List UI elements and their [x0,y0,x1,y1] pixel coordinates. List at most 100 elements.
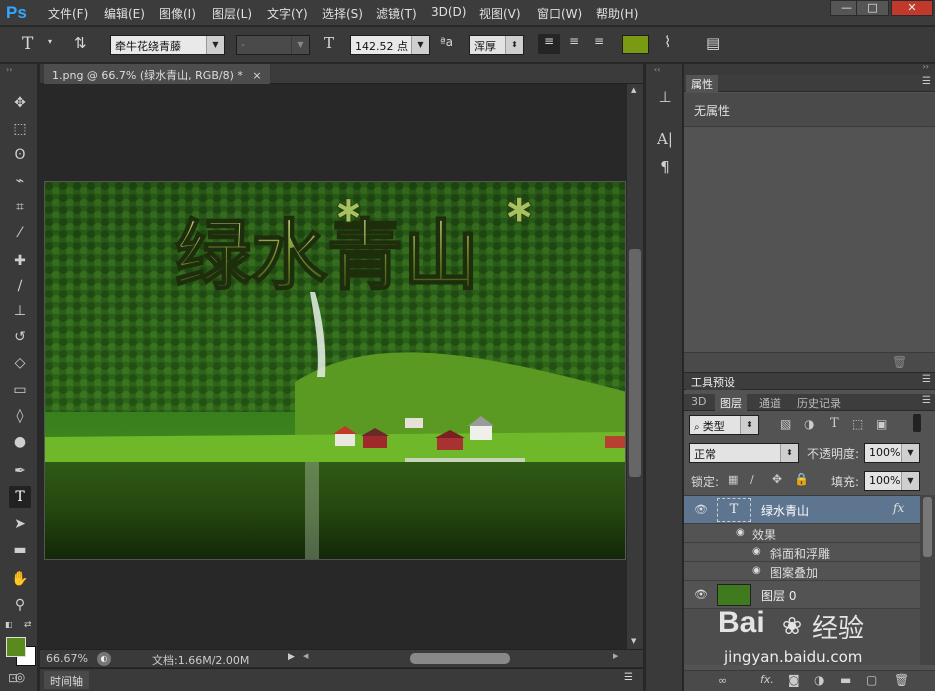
layer-filter-dropdown[interactable]: ⌕ 类型 ⬍ [689,415,759,435]
antialias-dropdown[interactable]: 浑厚 ⬍ [469,35,524,55]
filter-smart-object-icon[interactable]: ▣ [876,417,887,431]
scroll-right-icon[interactable]: ▶ [613,652,618,660]
stamp-tool-icon[interactable]: ⊥ [9,300,31,322]
lock-position-icon[interactable]: ✥ [772,472,782,486]
menu-layer[interactable]: 图层(L) [212,5,252,22]
gradient-tool-icon[interactable]: ▭ [9,379,31,401]
text-color-swatch[interactable] [622,35,649,54]
status-menu-arrow-icon[interactable]: ▶ [288,652,295,662]
document-tab[interactable]: 1.png @ 66.7% (绿水青山, RGB/8) * × [44,64,270,84]
text-tool-icon[interactable]: T [22,34,33,54]
character-panel-icon[interactable]: A| [654,128,676,150]
menu-file[interactable]: 文件(F) [48,5,88,22]
scroll-up-icon[interactable]: ▲ [631,86,636,94]
tab-layers[interactable]: 图层 [715,394,747,411]
warp-text-icon[interactable]: ⌇ [664,33,671,51]
dodge-tool-icon[interactable]: ● [9,431,31,453]
text-orientation-icon[interactable]: ⇅ [74,34,87,52]
layer-row-text[interactable]: 👁 T 绿水青山 fx [684,496,920,524]
tab-properties[interactable]: 属性 [686,75,718,92]
collapse-arrows-icon[interactable]: ›› [6,65,12,74]
effect-row-bevel[interactable]: ◉ 斜面和浮雕 [684,543,920,562]
layers-scrollbar[interactable] [920,495,935,665]
tab-tool-presets[interactable]: 工具预设 [686,373,740,390]
timeline-toggle-icon[interactable]: ⊡ [8,671,30,689]
quick-selection-tool-icon[interactable]: ⌁ [9,170,31,192]
add-mask-icon[interactable]: ◙ [788,673,800,687]
effect-eye-icon[interactable]: ◉ [752,565,761,576]
align-right-icon[interactable]: ≡ [588,34,610,54]
tab-3d[interactable]: 3D [686,394,711,411]
font-family-dropdown[interactable]: 牵牛花绕青藤 ▼ [110,35,225,55]
menu-edit[interactable]: 编辑(E) [104,5,145,22]
menu-3d[interactable]: 3D(D) [431,5,466,19]
layers-scroll-thumb[interactable] [923,497,932,557]
lock-all-icon[interactable]: 🔒 [794,472,809,486]
layer-name-image[interactable]: 图层 0 [761,587,796,604]
align-left-icon[interactable]: ≡ [538,34,560,54]
filter-type-icon[interactable]: T [830,416,839,431]
status-info-icon[interactable]: ◐ [97,652,111,666]
panel-menu-icon[interactable]: ☰ [624,672,633,683]
visibility-eye-icon[interactable]: 👁 [694,503,708,516]
document-canvas[interactable]: 绿水青山 ✱ ✱ [44,181,626,560]
lock-transparent-icon[interactable]: ▦ [728,473,738,486]
tab-history[interactable]: 历史记录 [792,394,846,411]
blur-tool-icon[interactable]: ◊ [9,405,31,427]
panel-menu-icon[interactable]: ☰ [922,395,931,406]
healing-brush-tool-icon[interactable]: ✚ [9,250,31,272]
vertical-scrollbar[interactable]: ▲ ▼ [627,84,643,649]
type-tool-icon[interactable]: T [9,486,31,508]
effects-row[interactable]: ◉ 效果 [684,524,920,543]
panel-menu-icon[interactable]: ☰ [922,76,931,87]
marquee-tool-icon[interactable]: ⬚ [9,118,31,140]
tab-channels[interactable]: 通道 [754,394,786,411]
crop-tool-icon[interactable]: ⌗ [9,196,31,218]
menu-filter[interactable]: 滤镜(T) [376,5,417,22]
menu-select[interactable]: 选择(S) [322,5,363,22]
scroll-left-icon[interactable]: ◀ [303,652,308,660]
eraser-tool-icon[interactable]: ◇ [9,352,31,374]
zoom-level[interactable]: 66.67% [46,652,88,665]
lock-pixels-icon[interactable]: ∕ [750,473,754,486]
eyedropper-tool-icon[interactable]: ⁄ [9,222,31,244]
layer-name-text[interactable]: 绿水青山 [761,502,809,519]
effect-eye-icon[interactable]: ◉ [752,546,761,557]
blend-mode-dropdown[interactable]: 正常 ⬍ [689,443,799,463]
new-group-icon[interactable]: ▬ [840,673,851,687]
path-selection-tool-icon[interactable]: ➤ [9,513,31,535]
horizontal-scroll-thumb[interactable] [410,653,510,664]
new-layer-icon[interactable]: ▢ [866,673,877,687]
scroll-down-icon[interactable]: ▼ [631,637,636,645]
link-layers-icon[interactable]: ∞ [718,674,727,687]
menu-image[interactable]: 图像(I) [159,5,196,22]
align-center-icon[interactable]: ≡ [563,34,585,54]
paragraph-panel-icon[interactable]: ¶ [654,156,676,178]
layer-effects-fx-icon[interactable]: fx [893,501,904,515]
menu-help[interactable]: 帮助(H) [596,5,638,22]
tool-preset-dropdown-icon[interactable]: ▾ [48,37,52,46]
default-colors-icon[interactable]: ◧ [5,620,13,629]
fill-input[interactable]: 100% ▼ [864,471,920,491]
foreground-color-swatch[interactable] [6,637,26,657]
collapse-arrows-icon[interactable]: ›› [923,62,929,71]
filter-adjustment-icon[interactable]: ◑ [804,417,814,431]
font-style-dropdown[interactable]: - ▼ [236,35,310,55]
menu-view[interactable]: 视图(V) [479,5,521,22]
effect-eye-icon[interactable]: ◉ [736,527,745,538]
adjustment-layer-icon[interactable]: ◑ [814,673,824,687]
font-size-dropdown[interactable]: 142.52 点 ▼ [350,35,430,55]
brush-tool-icon[interactable]: ∕ [9,275,31,297]
effect-row-pattern[interactable]: ◉ 图案叠加 [684,562,920,581]
timeline-tab[interactable]: 时间轴 [44,671,89,689]
canvas-title-text[interactable]: 绿水青山 [174,210,480,301]
filter-toggle[interactable] [913,414,921,432]
hand-tool-icon[interactable]: ✋ [9,568,31,590]
menu-window[interactable]: 窗口(W) [537,5,582,22]
close-tab-icon[interactable]: × [252,69,261,82]
move-tool-icon[interactable]: ✥ [9,92,31,114]
filter-shape-icon[interactable]: ⬚ [852,417,863,431]
character-panel-icon[interactable]: ▤ [706,34,720,52]
history-brush-tool-icon[interactable]: ↺ [9,326,31,348]
menu-type[interactable]: 文字(Y) [267,5,308,22]
